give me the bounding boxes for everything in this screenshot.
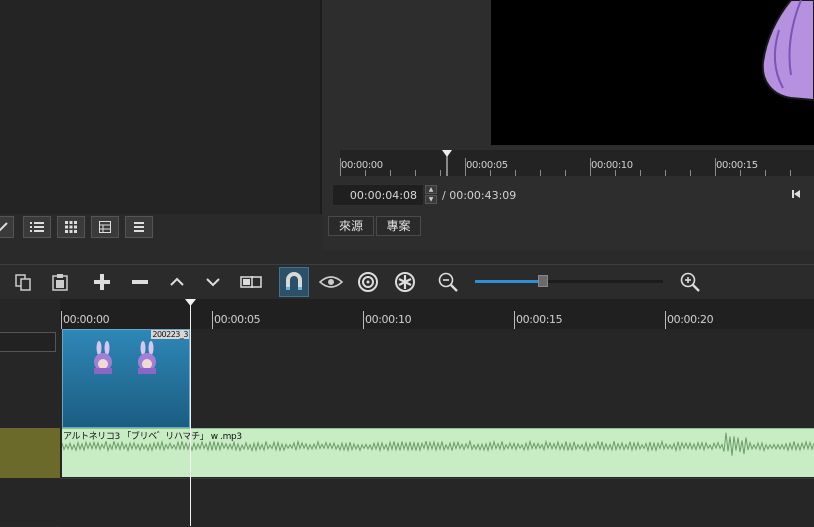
source-panel — [0, 0, 320, 214]
eye-icon — [319, 276, 343, 288]
list-detail-icon — [30, 222, 44, 232]
ruler-tick — [565, 170, 566, 176]
ripple-all-toggle[interactable] — [390, 267, 420, 297]
ruler-tick — [690, 170, 691, 176]
plus-icon — [94, 274, 110, 290]
ruler-tick — [615, 170, 616, 176]
ruler-label: 00:00:00 — [341, 160, 383, 171]
ruler-tick — [61, 311, 62, 329]
ruler-tick — [514, 311, 515, 329]
ruler-label: 00:00:15 — [516, 313, 563, 326]
clip-thumbnail-image — [94, 341, 156, 374]
zoom-slider[interactable] — [475, 275, 663, 287]
magnet-icon — [286, 272, 302, 290]
zoom-in-button[interactable] — [675, 267, 705, 297]
ruler-label: 00:00:10 — [365, 313, 412, 326]
track-name-field[interactable] — [0, 332, 56, 352]
player-ruler[interactable]: 00:00:00 00:00:05 00:00:10 00:00:15 — [340, 150, 814, 176]
split-icon — [240, 276, 262, 288]
lift-button[interactable] — [162, 267, 192, 297]
ruler-tick — [490, 170, 491, 176]
ruler-label: 00:00:05 — [466, 160, 508, 171]
pencil-icon — [0, 222, 8, 232]
ruler-tick — [415, 170, 416, 176]
ruler-tick — [765, 170, 766, 176]
ruler-label: 00:00:20 — [667, 313, 714, 326]
ruler-label: 00:00:10 — [591, 160, 633, 171]
ruler-label: 00:00:00 — [63, 313, 110, 326]
paste-icon — [52, 274, 68, 291]
ruler-tick — [665, 311, 666, 329]
timecode-value: 00:00:04:08 — [349, 189, 417, 202]
audio-clip[interactable]: アルトネリコ3 「ブリベ゛リハマチ」 w .mp3 — [62, 428, 814, 477]
copy-button[interactable] — [8, 267, 38, 297]
timeline-empty-area — [60, 478, 814, 527]
chevron-down-icon — [206, 278, 220, 287]
audio-track-header[interactable] — [0, 428, 60, 478]
ruler-tick — [363, 311, 364, 329]
snap-toggle[interactable] — [279, 267, 309, 297]
ruler-tick — [590, 158, 591, 176]
tab-source[interactable]: 來源 — [328, 216, 374, 236]
ruler-tick — [390, 170, 391, 176]
scrub-toggle[interactable] — [316, 267, 346, 297]
timecode-input[interactable]: 00:00:04:08 — [332, 184, 424, 206]
timecode-spinner[interactable]: ▲ ▼ — [425, 185, 437, 205]
zoom-out-icon — [438, 272, 458, 292]
video-clip[interactable]: 200223_3 — [62, 329, 190, 428]
menu-icon — [134, 222, 144, 232]
ruler-tick — [640, 170, 641, 176]
ruler-tick — [540, 170, 541, 176]
zoom-in-icon — [680, 272, 700, 292]
ripple-all-icon — [395, 272, 415, 292]
ruler-tick — [212, 311, 213, 329]
timeline-ruler[interactable]: 00:00:00 00:00:05 00:00:10 00:00:15 00:0… — [60, 299, 814, 329]
chevron-up-icon — [170, 277, 184, 286]
ruler-tick — [665, 170, 666, 176]
skip-to-start-icon[interactable] — [791, 189, 801, 202]
video-preview — [491, 0, 814, 145]
icon-view-button[interactable] — [57, 216, 85, 238]
timeline-toolbar — [0, 265, 814, 299]
ruler-tick — [790, 170, 791, 176]
edit-button[interactable] — [0, 216, 14, 238]
menu-button[interactable] — [125, 216, 153, 238]
ripple-toggle[interactable] — [353, 267, 383, 297]
ruler-tick — [740, 170, 741, 176]
ruler-tick — [715, 158, 716, 176]
timeline-playhead[interactable] — [190, 299, 191, 526]
paste-button[interactable] — [45, 267, 75, 297]
detail-view-button[interactable] — [23, 216, 51, 238]
table-icon — [99, 221, 111, 233]
ruler-tick — [465, 158, 466, 176]
split-button[interactable] — [236, 267, 266, 297]
total-duration: / 00:00:43:09 — [442, 189, 517, 202]
zoom-out-button[interactable] — [433, 267, 463, 297]
ruler-label: 00:00:05 — [214, 313, 261, 326]
tab-project[interactable]: 專案 — [376, 216, 421, 236]
playhead-handle-icon[interactable] — [185, 299, 196, 307]
video-clip-name: 200223_3 — [151, 330, 189, 339]
spin-down-icon[interactable]: ▼ — [425, 195, 437, 204]
audio-waveform — [62, 432, 814, 456]
ruler-tick — [365, 170, 366, 176]
ruler-tick — [340, 158, 341, 176]
zoom-slider-fill — [475, 280, 543, 283]
target-icon — [358, 272, 378, 292]
preview-character-image — [761, 0, 814, 102]
tiles-view-button[interactable] — [91, 216, 119, 238]
zoom-slider-handle[interactable] — [537, 275, 548, 287]
append-button[interactable] — [87, 267, 117, 297]
copy-icon — [15, 274, 31, 291]
spin-up-icon[interactable]: ▲ — [425, 185, 437, 194]
overwrite-button[interactable] — [198, 267, 228, 297]
player-playhead[interactable] — [441, 150, 453, 176]
remove-button[interactable] — [125, 267, 155, 297]
ruler-label: 00:00:15 — [716, 160, 758, 171]
ruler-tick — [515, 170, 516, 176]
minus-icon — [132, 280, 148, 284]
grid-icon — [65, 221, 77, 233]
